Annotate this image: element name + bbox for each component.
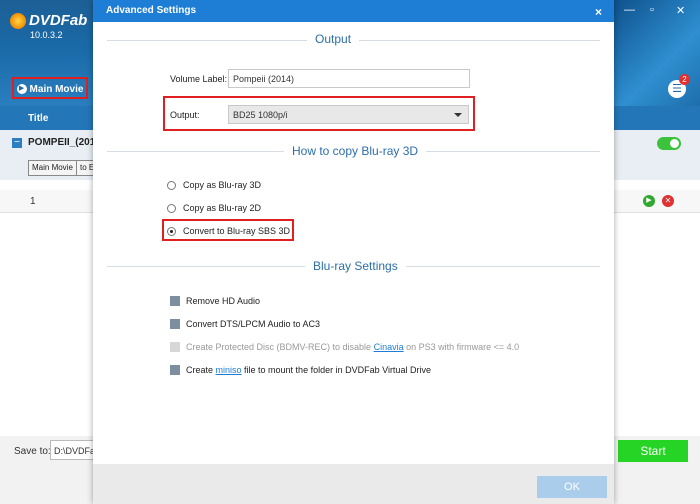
convert-dts-label[interactable]: Convert DTS/LPCM Audio to AC3 (186, 319, 320, 329)
miniso-label[interactable]: Create miniso file to mount the folder i… (186, 365, 431, 375)
copy-2d-radio[interactable] (167, 204, 176, 213)
chevron-down-icon (454, 113, 462, 117)
output-caption: Output: (170, 110, 200, 120)
output-select-value: BD25 1080p/i (233, 110, 288, 120)
protected-disc-checkbox (170, 342, 180, 352)
miniso-checkbox[interactable] (170, 365, 180, 375)
copy-3d-label[interactable]: Copy as Blu-ray 3D (183, 180, 261, 190)
volume-label-input[interactable]: Pompeii (2014) (228, 69, 470, 88)
dialog-footer (93, 464, 614, 504)
title-column-header: Title (28, 113, 49, 124)
remove-hd-audio-checkbox[interactable] (170, 296, 180, 306)
cinavia-link[interactable]: Cinavia (374, 342, 404, 352)
app-version: 10.0.3.2 (30, 30, 63, 40)
play-icon[interactable]: ▶ (643, 195, 655, 207)
miniso-text-post: file to mount the folder in DVDFab Virtu… (241, 365, 431, 375)
save-to-input[interactable]: D:\DVDFab (50, 440, 94, 460)
bluray-section-heading: Blu-ray Settings (305, 259, 406, 273)
collapse-icon[interactable]: − (12, 138, 22, 148)
title-toggle[interactable] (657, 137, 681, 150)
save-to-label: Save to: (14, 446, 51, 457)
advanced-settings-dialog: Advanced Settings × Output Volume Label:… (93, 0, 614, 504)
row-number: 1 (30, 196, 36, 207)
queue-count-badge: 2 (679, 74, 690, 85)
dialog-title: Advanced Settings (106, 5, 197, 16)
output-section-heading: Output (307, 32, 360, 46)
sbs-3d-radio[interactable] (167, 227, 176, 236)
miniso-link[interactable]: miniso (216, 365, 242, 375)
copy-2d-label[interactable]: Copy as Blu-ray 2D (183, 203, 261, 213)
list-icon: ☰ (672, 83, 682, 95)
app-logo: DVDFab (10, 12, 88, 30)
header-decoration (610, 0, 700, 108)
restore-button[interactable]: ▫ (650, 4, 654, 16)
brand-name: DVDFab (29, 12, 88, 29)
main-movie-tag[interactable]: Main Movie (28, 160, 77, 176)
remove-hd-audio-label[interactable]: Remove HD Audio (186, 296, 260, 306)
dialog-close-icon[interactable]: × (595, 5, 602, 19)
main-movie-button[interactable]: ▶ Main Movie (12, 77, 88, 99)
protected-disc-text-pre: Create Protected Disc (BDMV-REC) to disa… (186, 342, 374, 352)
copy3d-section-heading: How to copy Blu-ray 3D (284, 144, 427, 158)
minimize-button[interactable]: — (624, 4, 635, 16)
volume-label-caption: Volume Label: (170, 74, 228, 84)
main-movie-label: Main Movie (29, 84, 84, 95)
ok-button[interactable]: OK (537, 476, 607, 498)
app-close-button[interactable]: ✕ (676, 4, 685, 17)
dvdfab-logo-icon (10, 13, 26, 30)
output-select[interactable]: BD25 1080p/i (228, 105, 469, 124)
play-circle-icon: ▶ (16, 84, 27, 95)
convert-dts-checkbox[interactable] (170, 319, 180, 329)
miniso-text-pre: Create (186, 365, 216, 375)
delete-icon[interactable]: ✕ (662, 195, 674, 207)
protected-disc-text-post: on PS3 with firmware <= 4.0 (403, 342, 520, 352)
copy-3d-radio[interactable] (167, 181, 176, 190)
start-button[interactable]: Start (618, 440, 688, 462)
protected-disc-label: Create Protected Disc (BDMV-REC) to disa… (186, 342, 519, 352)
sbs-3d-label[interactable]: Convert to Blu-ray SBS 3D (183, 226, 290, 236)
